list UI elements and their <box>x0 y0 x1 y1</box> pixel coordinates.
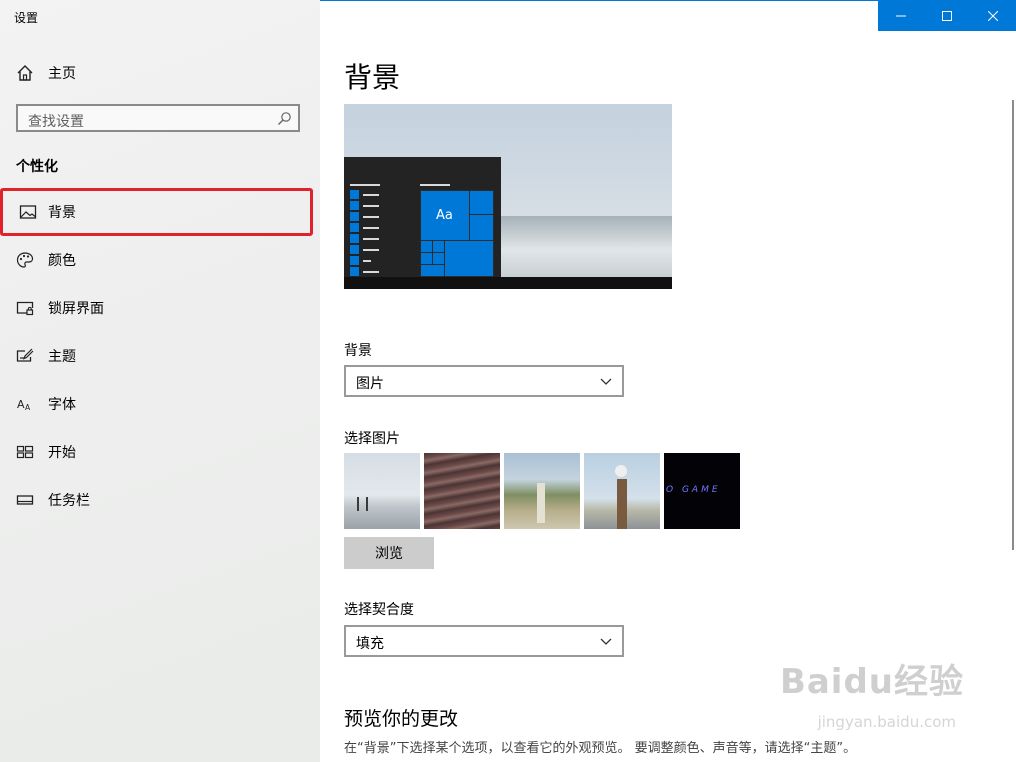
page-title: 背景 <box>344 61 401 94</box>
sidebar-item-taskbar[interactable]: 任务栏 <box>0 478 320 522</box>
water-ripples-thumbnail[interactable] <box>424 453 500 529</box>
dune-path-thumbnail[interactable] <box>504 453 580 529</box>
thumbnail-caption: O GAME <box>666 485 721 495</box>
section-title: 个性化 <box>16 159 58 175</box>
font-icon: AA <box>16 395 34 413</box>
watermark-logo: Baidu经验 <box>779 662 964 702</box>
sidebar-item-label: 锁屏界面 <box>48 301 104 317</box>
search-icon[interactable] <box>276 111 292 127</box>
preview-changes-title: 预览你的更改 <box>344 708 459 730</box>
sidebar-item-label: 背景 <box>48 205 76 221</box>
theme-brush-icon <box>16 347 34 365</box>
main-content: 背景 Aa 背景 图片 选择图片 O GAME 浏览 选择契合度 填充 预览你的… <box>320 0 1016 762</box>
beach-people-thumbnail[interactable] <box>344 453 420 529</box>
scrollbar[interactable] <box>1012 100 1014 550</box>
sidebar-item-label: 开始 <box>48 445 76 461</box>
sidebar-item-label: 主页 <box>48 66 76 82</box>
svg-text:A: A <box>17 398 25 411</box>
fit-label: 选择契合度 <box>344 602 414 618</box>
sidebar-item-label: 主题 <box>48 349 76 365</box>
sidebar-item-label: 字体 <box>48 397 76 413</box>
search-placeholder: 查找设置 <box>28 114 84 130</box>
preview-changes-description: 在“背景”下选择某个选项，以查看它的外观预览。 要调整颜色、声音等，请选择“主题… <box>344 741 857 756</box>
seagull-post-thumbnail[interactable] <box>584 453 660 529</box>
browse-button[interactable]: 浏览 <box>344 537 434 569</box>
sidebar-item-themes[interactable]: 主题 <box>0 334 320 378</box>
desktop-preview: Aa <box>344 104 672 289</box>
home-icon <box>16 64 34 82</box>
sidebar-item-fonts[interactable]: AA 字体 <box>0 382 320 426</box>
palette-icon <box>16 251 34 269</box>
lock-screen-icon <box>16 299 34 317</box>
start-grid-icon <box>16 443 34 461</box>
sidebar-item-colors[interactable]: 颜色 <box>0 238 320 282</box>
sidebar-item-lock-screen[interactable]: 锁屏界面 <box>0 286 320 330</box>
preview-taskbar <box>344 277 672 289</box>
picture-thumbnails: O GAME <box>344 453 740 529</box>
sidebar-item-label: 颜色 <box>48 253 76 269</box>
preview-sample-text: Aa <box>436 208 453 223</box>
fit-dropdown-value: 填充 <box>356 636 384 652</box>
picture-icon <box>19 203 37 221</box>
sidebar-item-home[interactable]: 主页 <box>0 60 320 86</box>
sidebar-item-start[interactable]: 开始 <box>0 430 320 474</box>
sidebar-item-label: 任务栏 <box>48 493 90 509</box>
window-title: 设置 <box>14 11 39 25</box>
search-input[interactable]: 查找设置 <box>16 104 300 132</box>
fit-dropdown[interactable]: 填充 <box>344 625 624 657</box>
choose-picture-label: 选择图片 <box>344 431 400 447</box>
taskbar-icon <box>16 491 34 509</box>
background-dropdown-value: 图片 <box>356 376 384 392</box>
chevron-down-icon <box>600 378 612 385</box>
svg-text:A: A <box>25 403 31 412</box>
sidebar: 设置 主页 查找设置 个性化 背景 颜色 锁屏界面 主题 A A 字体 开始 任… <box>0 0 320 762</box>
preview-start-menu: Aa <box>344 157 501 277</box>
chevron-down-icon <box>600 638 612 645</box>
background-dropdown[interactable]: 图片 <box>344 365 624 397</box>
sidebar-item-background[interactable]: 背景 <box>0 188 313 236</box>
watermark-url: jingyan.baidu.com <box>817 713 956 731</box>
background-label: 背景 <box>344 343 372 359</box>
dark-game-thumbnail[interactable]: O GAME <box>664 453 740 529</box>
